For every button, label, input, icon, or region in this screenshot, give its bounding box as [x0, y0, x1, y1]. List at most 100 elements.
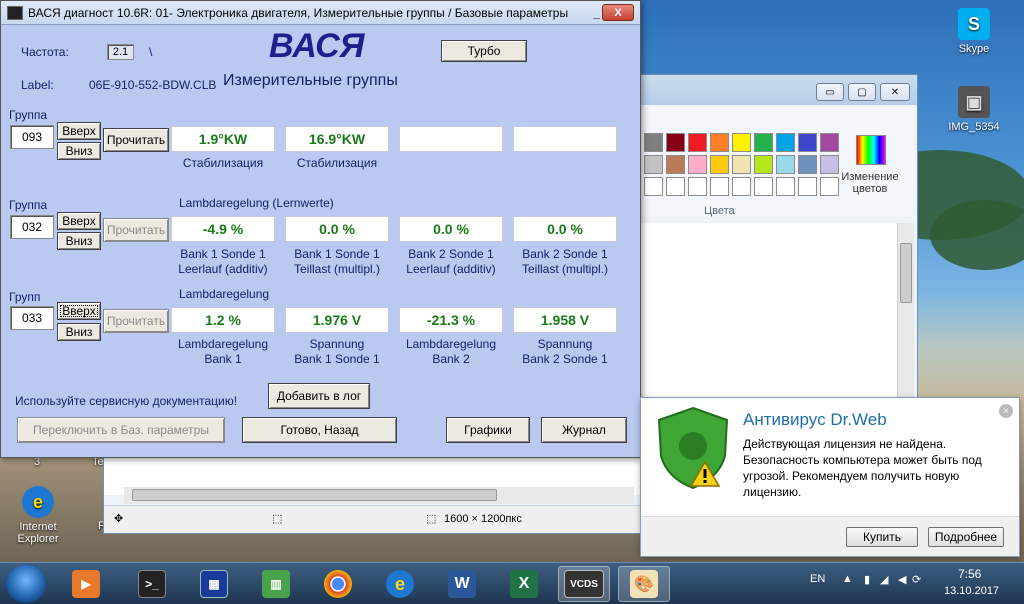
color-swatch[interactable]	[688, 155, 707, 174]
color-swatch[interactable]	[754, 155, 773, 174]
taskbar-chrome[interactable]	[312, 566, 364, 602]
color-swatch[interactable]	[798, 155, 817, 174]
battery-icon[interactable]: ▮	[864, 573, 870, 586]
image-size-text: 1600 × 1200пкс	[444, 513, 522, 525]
start-button[interactable]	[6, 565, 46, 603]
group-number-input[interactable]: 032	[10, 215, 54, 239]
group-number-input[interactable]: 093	[10, 125, 54, 149]
group-down-button[interactable]: Вниз	[57, 142, 101, 160]
color-swatch[interactable]	[710, 177, 729, 196]
color-swatch[interactable]	[798, 133, 817, 152]
color-swatch[interactable]	[732, 177, 751, 196]
color-swatch[interactable]	[710, 133, 729, 152]
buy-button[interactable]: Купить	[846, 527, 918, 547]
paint-close-button[interactable]: ✕	[880, 83, 910, 101]
taskbar-ie[interactable]: e	[374, 566, 426, 602]
desktop-icon-label: Internet Explorer	[17, 521, 59, 545]
turbo-button[interactable]: Турбо	[441, 40, 527, 62]
taskbar-paint[interactable]: 🎨	[618, 566, 670, 602]
graphs-button[interactable]: Графики	[446, 417, 530, 443]
group-label: Группа	[9, 108, 48, 122]
window-title: ВАСЯ диагност 10.6R: 01- Электроника дви…	[28, 5, 569, 20]
paint-vscroll-thumb[interactable]	[900, 243, 912, 303]
language-indicator[interactable]: EN	[810, 573, 825, 585]
desktop-icon-skype[interactable]: S Skype	[944, 8, 1004, 55]
color-swatch[interactable]	[644, 133, 663, 152]
minimize-button[interactable]: _	[593, 6, 600, 20]
color-swatch[interactable]	[644, 155, 663, 174]
group-up-button[interactable]: Вверх	[57, 302, 101, 320]
color-swatch[interactable]	[732, 133, 751, 152]
desktop-icon-image[interactable]: ▣ IMG_5354	[944, 86, 1004, 133]
app-icon: ▥	[262, 570, 290, 598]
taskbar-vcds[interactable]: VCDS	[558, 566, 610, 602]
image-size-icon: ⬚	[426, 513, 437, 525]
drweb-notification: × Антивирус Dr.Web Действующая лицензия …	[640, 397, 1020, 557]
color-swatch[interactable]	[688, 177, 707, 196]
sync-icon[interactable]: ⟳	[912, 573, 921, 586]
measured-value: 1.976 V	[285, 307, 389, 333]
value-description: Стабилизация	[182, 156, 264, 170]
paint-maximize-button[interactable]: ▢	[848, 83, 876, 101]
color-swatch[interactable]	[776, 155, 795, 174]
network-icon[interactable]: ◢	[880, 573, 888, 586]
frequency-label: Частота:	[21, 45, 69, 59]
group-label: Групп	[9, 290, 41, 304]
color-swatch[interactable]	[666, 133, 685, 152]
color-swatch[interactable]	[820, 133, 839, 152]
color-swatch[interactable]	[776, 133, 795, 152]
group-up-button[interactable]: Вверх	[57, 212, 101, 230]
done-back-button[interactable]: Готово, Назад	[242, 417, 397, 443]
measured-value: 1.2 %	[171, 307, 275, 333]
more-info-button[interactable]: Подробнее	[928, 527, 1004, 547]
edit-colors-label[interactable]: Изменение цветов	[834, 171, 906, 195]
color-swatch[interactable]	[666, 155, 685, 174]
taskbar-cmd[interactable]: >_	[126, 566, 178, 602]
show-hidden-icons[interactable]: ▲	[842, 573, 853, 585]
service-doc-notice: Используйте сервисную документацию!	[15, 394, 238, 408]
add-to-log-button[interactable]: Добавить в лог	[268, 383, 370, 409]
read-button[interactable]: Прочитать	[103, 128, 169, 152]
journal-button[interactable]: Журнал	[541, 417, 627, 443]
clock-time[interactable]: 7:56	[958, 567, 981, 581]
group-up-button[interactable]: Вверх	[57, 122, 101, 140]
skype-icon: S	[958, 8, 990, 40]
paint-hscroll-thumb[interactable]	[132, 489, 497, 501]
color-swatch[interactable]	[776, 177, 795, 196]
paint-horizontal-scrollbar[interactable]	[124, 487, 634, 504]
taskbar-file-manager[interactable]: ▦	[188, 566, 240, 602]
paint-minimize-button[interactable]: ▭	[816, 83, 844, 101]
color-swatch[interactable]	[754, 133, 773, 152]
desktop-icon-label: Skype	[958, 43, 990, 55]
taskbar-media-player[interactable]: ▶	[60, 566, 112, 602]
taskbar-excel[interactable]: X	[498, 566, 550, 602]
drweb-message: Действующая лицензия не найдена. Безопас…	[743, 437, 982, 499]
color-swatch[interactable]	[798, 177, 817, 196]
drweb-footer: Купить Подробнее	[641, 516, 1019, 556]
vcds-app-icon	[7, 5, 23, 20]
clock-date[interactable]: 13.10.2017	[944, 585, 999, 597]
color-swatch[interactable]	[710, 155, 729, 174]
group-down-button[interactable]: Вниз	[57, 232, 101, 250]
color-swatch[interactable]	[666, 177, 685, 196]
volume-icon[interactable]: ◀	[898, 573, 906, 586]
group-number-input[interactable]: 033	[10, 306, 54, 330]
value-description: Стабилизация	[296, 156, 378, 170]
edit-colors-icon[interactable]	[856, 135, 886, 165]
read-button[interactable]: Прочитать	[103, 218, 169, 242]
desktop-icon-ie[interactable]: e Internet Explorer	[8, 486, 68, 545]
measured-value	[399, 126, 503, 152]
taskbar-app[interactable]: ▥	[250, 566, 302, 602]
vasya-titlebar: ВАСЯ диагност 10.6R: 01- Электроника дви…	[1, 1, 640, 25]
group-header: Lambdaregelung	[179, 287, 270, 301]
group-down-button[interactable]: Вниз	[57, 323, 101, 341]
read-button[interactable]: Прочитать	[103, 309, 169, 333]
close-button[interactable]: X	[602, 4, 634, 21]
color-swatch[interactable]	[754, 177, 773, 196]
switch-basic-settings-button[interactable]: Переключить в Баз. параметры	[17, 417, 225, 443]
close-icon[interactable]: ×	[999, 404, 1013, 418]
color-swatch[interactable]	[732, 155, 751, 174]
color-swatch[interactable]	[644, 177, 663, 196]
taskbar-word[interactable]: W	[436, 566, 488, 602]
color-swatch[interactable]	[688, 133, 707, 152]
